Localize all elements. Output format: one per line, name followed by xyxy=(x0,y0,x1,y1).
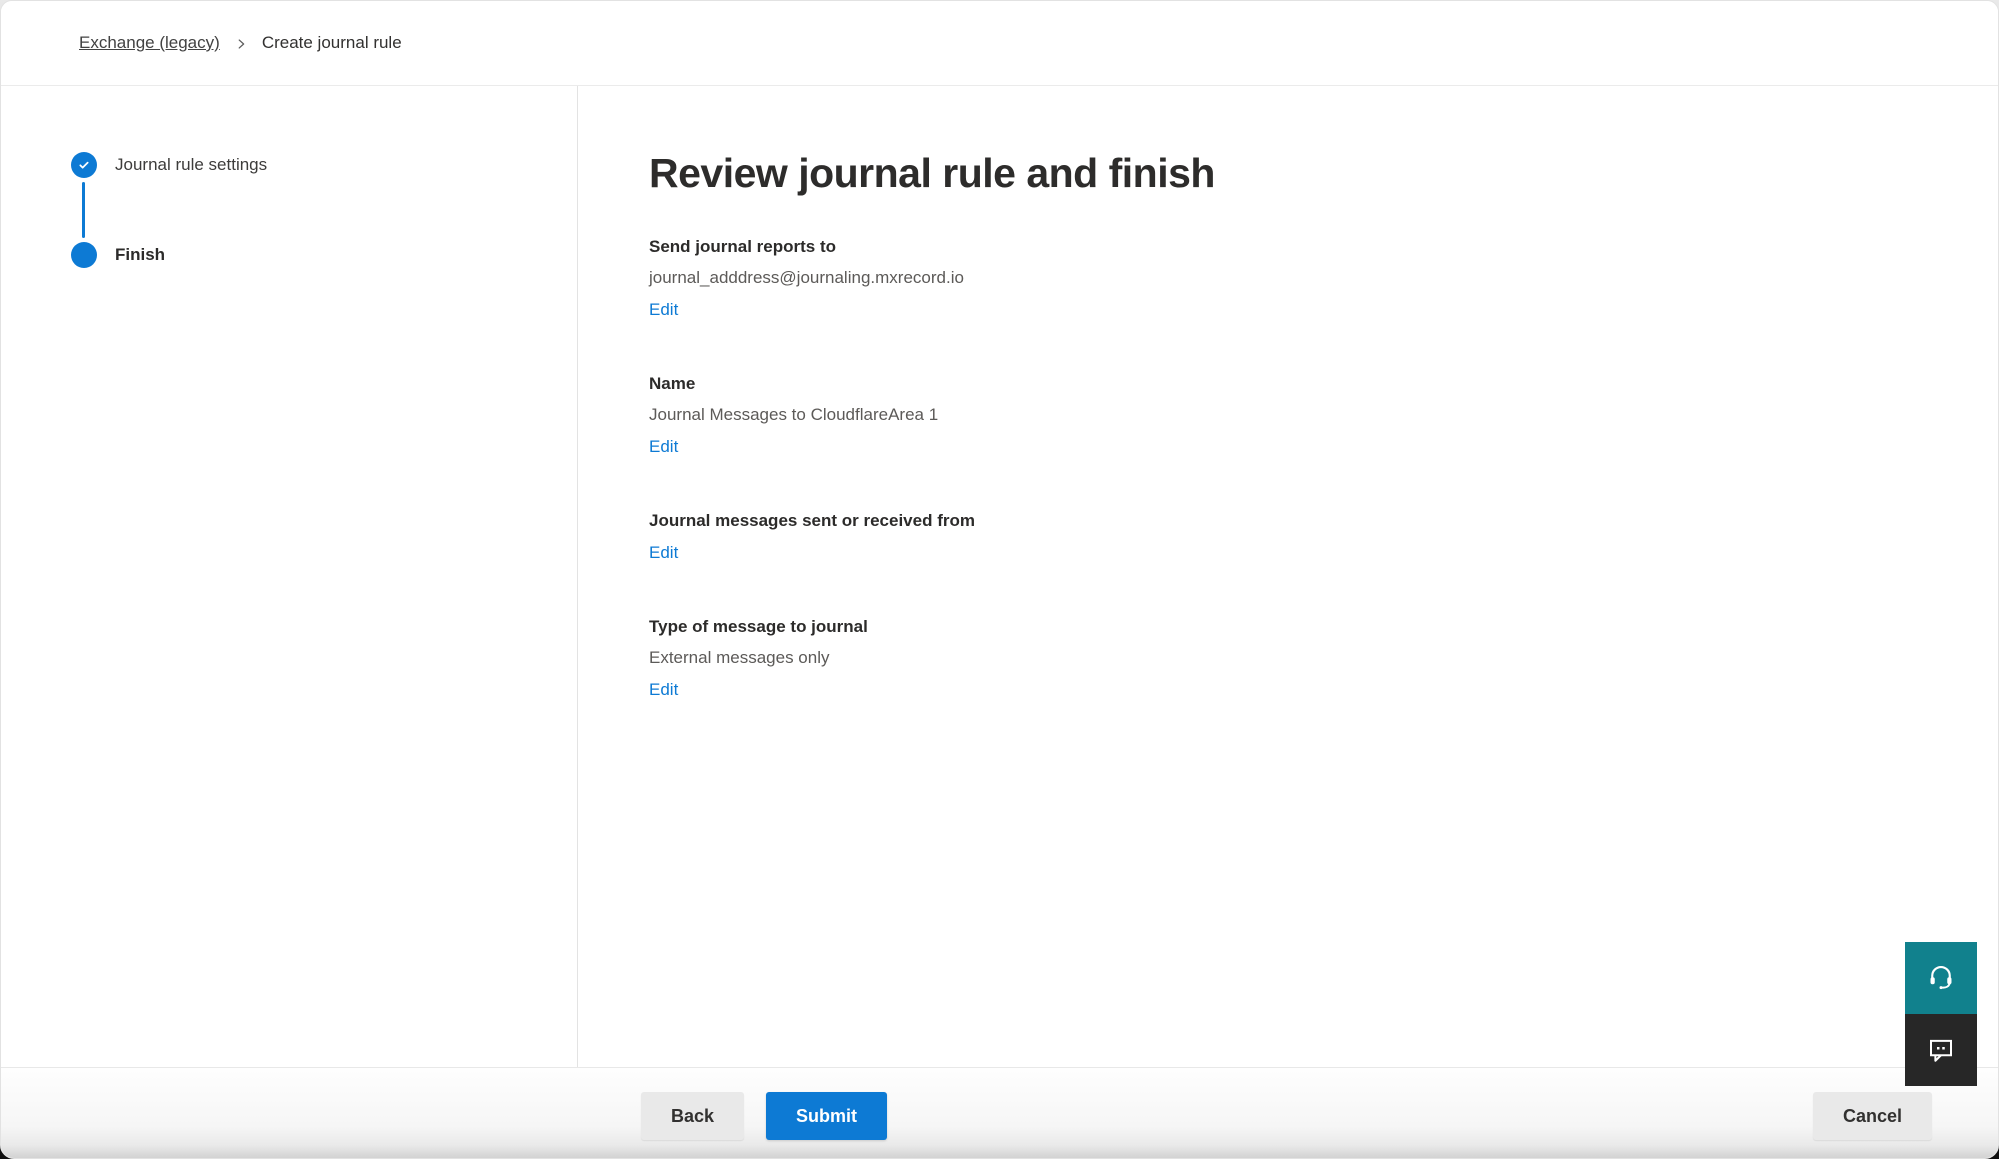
section-value: Journal Messages to CloudflareArea 1 xyxy=(649,405,1998,425)
step-current-dot-icon xyxy=(71,242,97,268)
section-label: Journal messages sent or received from xyxy=(649,511,1998,531)
cancel-button[interactable]: Cancel xyxy=(1813,1092,1932,1140)
section-value: journal_adddress@journaling.mxrecord.io xyxy=(649,268,1998,288)
footer-action-bar: Back Submit Cancel xyxy=(1,1067,1998,1158)
breadcrumb-link-exchange-legacy[interactable]: Exchange (legacy) xyxy=(79,33,220,53)
review-section-send-journal-reports-to: Send journal reports to journal_adddress… xyxy=(649,237,1998,320)
wizard-step-finish[interactable]: Finish xyxy=(71,242,577,268)
feedback-icon xyxy=(1926,1034,1956,1067)
floating-button-stack xyxy=(1905,942,1977,1086)
chevron-right-icon xyxy=(234,37,248,51)
section-label: Send journal reports to xyxy=(649,237,1998,257)
edit-link[interactable]: Edit xyxy=(649,543,678,563)
review-content: Review journal rule and finish Send jour… xyxy=(578,86,1998,1067)
submit-button[interactable]: Submit xyxy=(766,1092,887,1140)
feedback-button[interactable] xyxy=(1905,1014,1977,1086)
edit-link[interactable]: Edit xyxy=(649,300,678,320)
review-section-name: Name Journal Messages to CloudflareArea … xyxy=(649,374,1998,457)
wizard-steps-panel: Journal rule settings Finish xyxy=(1,86,578,1067)
wizard-step-label: Journal rule settings xyxy=(115,155,267,175)
page-header: Exchange (legacy) Create journal rule xyxy=(1,1,1998,86)
section-label: Name xyxy=(649,374,1998,394)
exchange-admin-window: Exchange (legacy) Create journal rule Jo… xyxy=(0,0,1999,1159)
edit-link[interactable]: Edit xyxy=(649,437,678,457)
page-title: Review journal rule and finish xyxy=(649,150,1998,197)
review-section-journal-messages-sent-or-received-from: Journal messages sent or received from E… xyxy=(649,511,1998,563)
section-label: Type of message to journal xyxy=(649,617,1998,637)
breadcrumb: Exchange (legacy) Create journal rule xyxy=(79,33,402,53)
section-value: External messages only xyxy=(649,648,1998,668)
review-section-type-of-message-to-journal: Type of message to journal External mess… xyxy=(649,617,1998,700)
step-connector-line xyxy=(82,182,85,238)
back-button[interactable]: Back xyxy=(641,1092,744,1140)
help-button[interactable] xyxy=(1905,942,1977,1014)
wizard-body: Journal rule settings Finish Review jour… xyxy=(1,86,1998,1067)
wizard-step-label: Finish xyxy=(115,245,165,265)
edit-link[interactable]: Edit xyxy=(649,680,678,700)
step-completed-check-icon xyxy=(71,152,97,178)
headset-icon xyxy=(1926,962,1956,995)
breadcrumb-current: Create journal rule xyxy=(262,33,402,53)
wizard-step-journal-rule-settings[interactable]: Journal rule settings xyxy=(71,152,577,178)
